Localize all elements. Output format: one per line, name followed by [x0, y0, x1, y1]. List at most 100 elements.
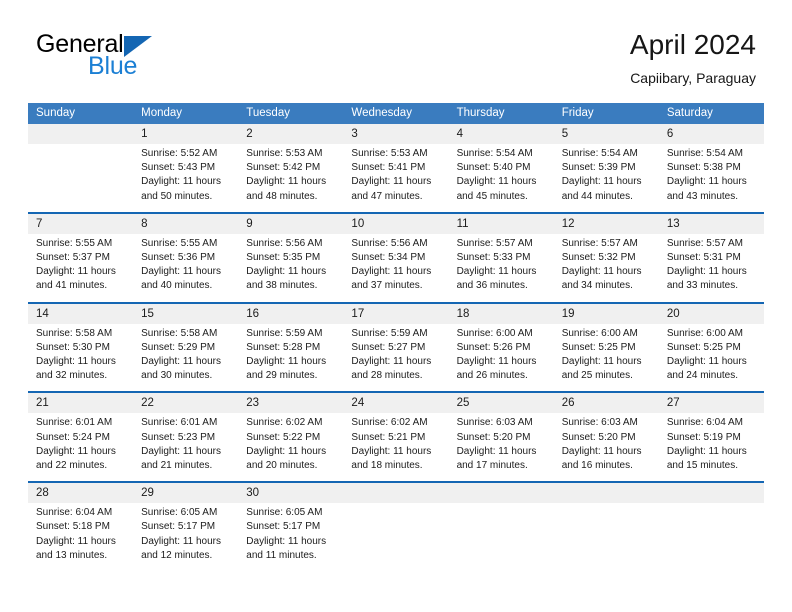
- day-cell[interactable]: Sunrise: 6:00 AM Sunset: 5:25 PM Dayligh…: [553, 323, 659, 392]
- day-cell[interactable]: Sunrise: 6:03 AM Sunset: 5:20 PM Dayligh…: [553, 413, 659, 482]
- daylight-text: Daylight: 11 hours: [36, 356, 116, 368]
- sunrise-text: Sunrise: 5:54 AM: [666, 148, 743, 159]
- day-cell[interactable]: Sunrise: 5:54 AM Sunset: 5:40 PM Dayligh…: [448, 144, 554, 212]
- day-number: 28: [28, 483, 134, 504]
- sunrise-text: Sunrise: 5:55 AM: [36, 237, 113, 249]
- week-4-info-row: Sunrise: 6:01 AM Sunset: 5:24 PM Dayligh…: [28, 413, 764, 482]
- sunrise-text: Sunrise: 5:52 AM: [141, 148, 218, 159]
- day-cell[interactable]: Sunrise: 6:05 AM Sunset: 5:17 PM Dayligh…: [133, 503, 239, 572]
- day-cell[interactable]: Sunrise: 6:04 AM Sunset: 5:19 PM Dayligh…: [658, 413, 764, 482]
- daylight-text-cont: and 20 minutes.: [246, 460, 318, 472]
- day-number: 10: [343, 213, 449, 234]
- day-cell[interactable]: Sunrise: 6:00 AM Sunset: 5:25 PM Dayligh…: [658, 323, 764, 392]
- day-number: 1: [133, 124, 239, 144]
- day-cell[interactable]: Sunrise: 5:53 AM Sunset: 5:41 PM Dayligh…: [343, 144, 449, 212]
- daylight-text: Daylight: 11 hours: [456, 356, 537, 368]
- day-cell[interactable]: Sunrise: 6:04 AM Sunset: 5:18 PM Dayligh…: [28, 503, 134, 572]
- day-number: 30: [238, 483, 344, 504]
- week-5-daynum-row: 28 29 30: [28, 483, 764, 504]
- day-number: 8: [133, 213, 239, 234]
- day-number: [28, 124, 134, 144]
- day-cell[interactable]: Sunrise: 5:54 AM Sunset: 5:38 PM Dayligh…: [658, 144, 764, 212]
- sunset-text: Sunset: 5:17 PM: [141, 521, 216, 533]
- weekday-header-wednesday: Wednesday: [343, 103, 449, 124]
- daylight-text-cont: and 16 minutes.: [561, 460, 633, 472]
- sunset-text: Sunset: 5:25 PM: [561, 341, 636, 353]
- daylight-text-cont: and 17 minutes.: [456, 460, 528, 472]
- sunrise-text: Sunrise: 6:02 AM: [351, 417, 428, 429]
- day-number: 14: [28, 303, 134, 324]
- daylight-text: Daylight: 11 hours: [561, 356, 642, 368]
- sunset-text: Sunset: 5:26 PM: [456, 341, 531, 353]
- daylight-text: Daylight: 11 hours: [246, 535, 327, 547]
- day-number-empty: [343, 483, 449, 504]
- daylight-text: Daylight: 11 hours: [666, 445, 747, 457]
- day-cell[interactable]: Sunrise: 5:58 AM Sunset: 5:30 PM Dayligh…: [28, 323, 134, 392]
- calendar-table: Sunday Monday Tuesday Wednesday Thursday…: [28, 103, 764, 572]
- day-cell[interactable]: Sunrise: 6:03 AM Sunset: 5:20 PM Dayligh…: [448, 413, 554, 482]
- sunset-text: Sunset: 5:22 PM: [246, 431, 321, 443]
- day-cell[interactable]: Sunrise: 5:52 AM Sunset: 5:43 PM Dayligh…: [133, 144, 239, 212]
- daylight-text-cont: and 40 minutes.: [141, 280, 213, 292]
- sunrise-text: Sunrise: 5:56 AM: [351, 237, 428, 249]
- sunset-text: Sunset: 5:38 PM: [666, 162, 741, 174]
- daylight-text: Daylight: 11 hours: [666, 266, 747, 278]
- daylight-text: Daylight: 11 hours: [666, 356, 747, 368]
- day-cell[interactable]: Sunrise: 5:57 AM Sunset: 5:32 PM Dayligh…: [553, 233, 659, 302]
- day-cell[interactable]: Sunrise: 5:59 AM Sunset: 5:28 PM Dayligh…: [238, 323, 344, 392]
- day-cell[interactable]: Sunrise: 6:02 AM Sunset: 5:21 PM Dayligh…: [343, 413, 449, 482]
- day-cell[interactable]: Sunrise: 5:57 AM Sunset: 5:33 PM Dayligh…: [448, 233, 554, 302]
- day-cell[interactable]: Sunrise: 5:58 AM Sunset: 5:29 PM Dayligh…: [133, 323, 239, 392]
- sunset-text: Sunset: 5:17 PM: [246, 521, 321, 533]
- sunrise-text: Sunrise: 5:57 AM: [666, 237, 743, 249]
- sunset-text: Sunset: 5:35 PM: [246, 252, 321, 264]
- day-cell[interactable]: [28, 144, 134, 212]
- daylight-text-cont: and 48 minutes.: [246, 190, 318, 202]
- sunset-text: Sunset: 5:30 PM: [36, 341, 110, 353]
- sunrise-text: Sunrise: 5:59 AM: [351, 327, 428, 339]
- calendar-body: 1 2 3 4 5 6 Sunrise: 5:52 AM Sunset: 5:4…: [28, 124, 764, 572]
- sunrise-text: Sunrise: 6:00 AM: [666, 327, 743, 339]
- daylight-text: Daylight: 11 hours: [36, 445, 116, 457]
- daylight-text: Daylight: 11 hours: [351, 445, 432, 457]
- daylight-text-cont: and 15 minutes.: [666, 460, 739, 472]
- daylight-text-cont: and 44 minutes.: [561, 190, 633, 202]
- day-cell[interactable]: Sunrise: 5:53 AM Sunset: 5:42 PM Dayligh…: [238, 144, 344, 212]
- sunrise-text: Sunrise: 5:55 AM: [141, 237, 218, 249]
- sunrise-text: Sunrise: 6:05 AM: [141, 507, 218, 519]
- day-cell[interactable]: Sunrise: 5:56 AM Sunset: 5:34 PM Dayligh…: [343, 233, 449, 302]
- day-cell-empty: [343, 503, 449, 572]
- day-cell[interactable]: Sunrise: 5:57 AM Sunset: 5:31 PM Dayligh…: [658, 233, 764, 302]
- daylight-text: Daylight: 11 hours: [561, 266, 642, 278]
- day-cell[interactable]: Sunrise: 6:00 AM Sunset: 5:26 PM Dayligh…: [448, 323, 554, 392]
- day-number: 18: [448, 303, 554, 324]
- day-number: 12: [553, 213, 659, 234]
- sunrise-text: Sunrise: 5:58 AM: [141, 327, 218, 339]
- day-cell[interactable]: Sunrise: 6:01 AM Sunset: 5:24 PM Dayligh…: [28, 413, 134, 482]
- day-cell[interactable]: Sunrise: 5:54 AM Sunset: 5:39 PM Dayligh…: [553, 144, 659, 212]
- daylight-text-cont: and 22 minutes.: [36, 460, 108, 472]
- sunrise-text: Sunrise: 5:53 AM: [351, 148, 428, 159]
- day-cell[interactable]: Sunrise: 5:59 AM Sunset: 5:27 PM Dayligh…: [343, 323, 449, 392]
- sunset-text: Sunset: 5:25 PM: [666, 341, 741, 353]
- day-cell[interactable]: Sunrise: 6:01 AM Sunset: 5:23 PM Dayligh…: [133, 413, 239, 482]
- sunrise-text: Sunrise: 6:03 AM: [456, 417, 533, 429]
- daylight-text: Daylight: 11 hours: [351, 176, 432, 188]
- sunset-text: Sunset: 5:40 PM: [456, 162, 531, 174]
- day-cell[interactable]: Sunrise: 5:56 AM Sunset: 5:35 PM Dayligh…: [238, 233, 344, 302]
- day-cell[interactable]: Sunrise: 5:55 AM Sunset: 5:36 PM Dayligh…: [133, 233, 239, 302]
- daylight-text: Daylight: 11 hours: [456, 176, 537, 188]
- day-cell[interactable]: Sunrise: 6:02 AM Sunset: 5:22 PM Dayligh…: [238, 413, 344, 482]
- daylight-text-cont: and 32 minutes.: [36, 370, 108, 382]
- sunrise-text: Sunrise: 5:57 AM: [456, 237, 533, 249]
- day-number: 22: [133, 393, 239, 414]
- day-cell[interactable]: Sunrise: 5:55 AM Sunset: 5:37 PM Dayligh…: [28, 233, 134, 302]
- day-cell[interactable]: Sunrise: 6:05 AM Sunset: 5:17 PM Dayligh…: [238, 503, 344, 572]
- daylight-text: Daylight: 11 hours: [351, 266, 432, 278]
- sunset-text: Sunset: 5:20 PM: [456, 431, 531, 443]
- daylight-text: Daylight: 11 hours: [246, 356, 327, 368]
- sunset-text: Sunset: 5:36 PM: [141, 252, 216, 264]
- daylight-text: Daylight: 11 hours: [36, 535, 116, 547]
- brand-name-blue: Blue: [88, 52, 138, 80]
- daylight-text-cont: and 28 minutes.: [351, 370, 423, 382]
